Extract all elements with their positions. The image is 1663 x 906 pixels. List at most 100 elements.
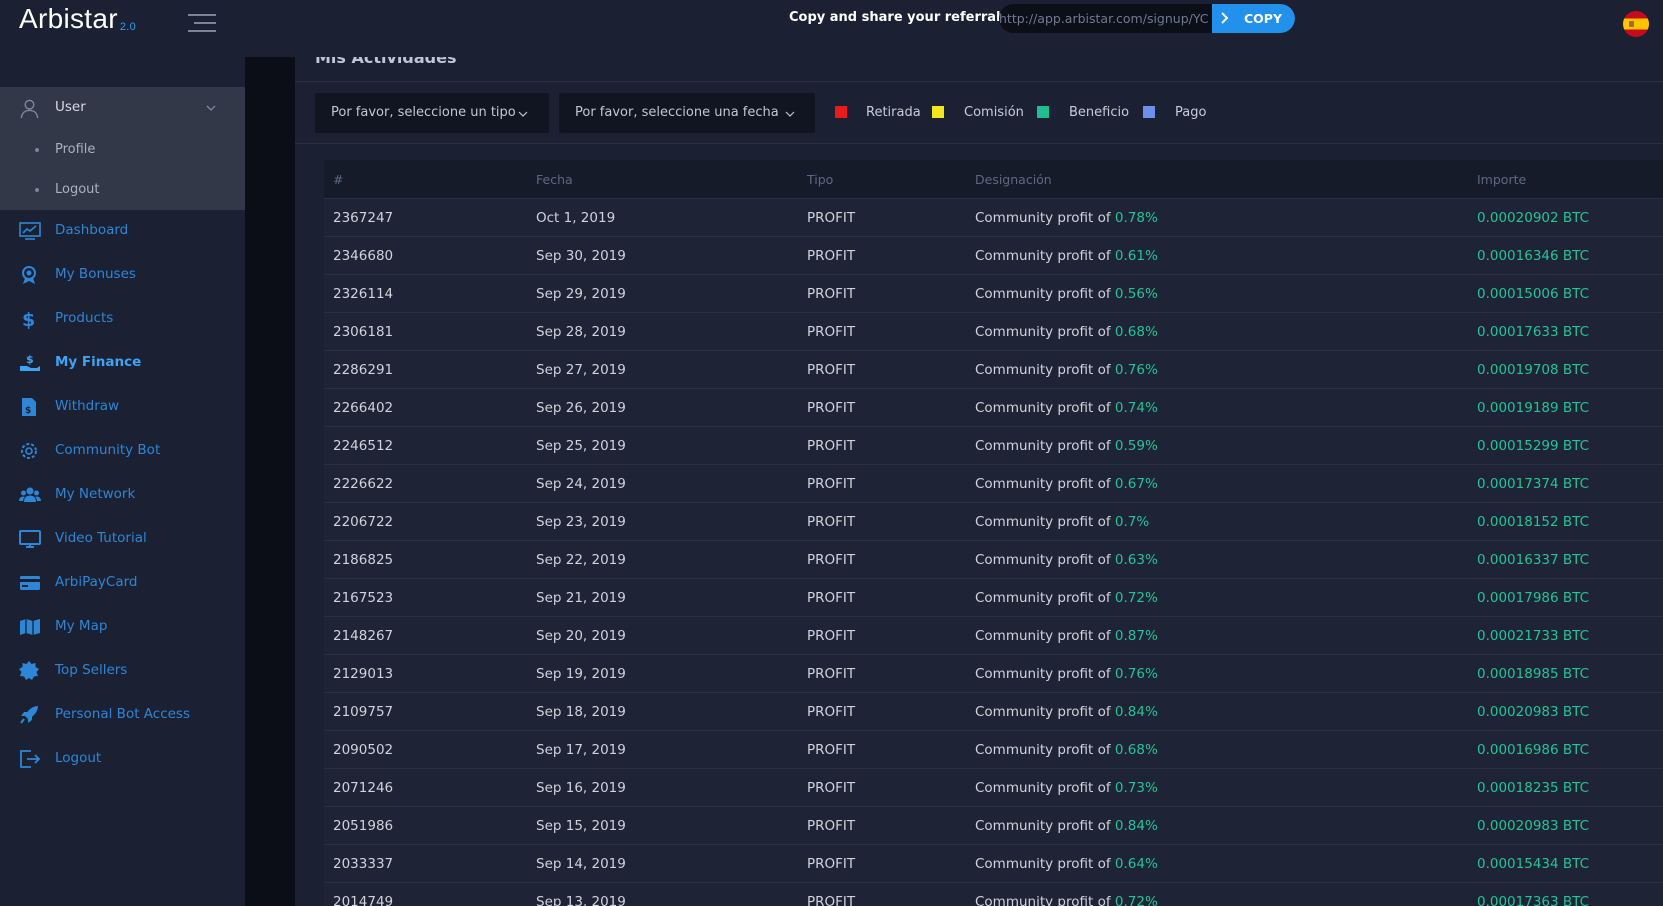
page-title: Mis Actividades xyxy=(315,57,457,67)
sidebar-item-label: Products xyxy=(55,310,114,326)
table-row[interactable]: 2109757 Sep 18, 2019 PROFIT Community pr… xyxy=(324,692,1663,730)
column-header-fecha[interactable]: Fecha xyxy=(536,172,573,187)
sidebar-item-withdraw[interactable]: $ Withdraw xyxy=(0,387,245,427)
cell-id: 2090502 xyxy=(333,742,394,758)
sidebar-item-dashboard[interactable]: Dashboard xyxy=(0,211,245,251)
profit-percent: 0.68% xyxy=(1114,324,1158,340)
sidebar-item-label: Top Sellers xyxy=(55,662,128,678)
user-menu-toggle[interactable]: User xyxy=(0,87,245,129)
designation-text: Community profit of xyxy=(975,818,1111,834)
cell-date: Sep 21, 2019 xyxy=(536,590,626,606)
cell-designation: Community profit of 0.7% xyxy=(975,514,1149,530)
column-header-designacion[interactable]: Designación xyxy=(975,172,1052,187)
cell-designation: Community profit of 0.72% xyxy=(975,590,1158,606)
referral-link-field[interactable] xyxy=(999,4,1217,33)
cell-type: PROFIT xyxy=(807,438,856,454)
sidebar-item-logout[interactable]: Logout xyxy=(0,739,245,779)
profit-percent: 0.64% xyxy=(1114,856,1158,872)
date-filter-select[interactable]: Por favor, seleccione una fecha xyxy=(559,93,815,133)
logo[interactable]: Arbistar 2.0 xyxy=(19,3,136,35)
legend-swatch-beneficio xyxy=(1037,106,1049,118)
cell-designation: Community profit of 0.64% xyxy=(975,856,1158,872)
table-row[interactable]: 2090502 Sep 17, 2019 PROFIT Community pr… xyxy=(324,730,1663,768)
profit-percent: 0.84% xyxy=(1114,704,1158,720)
profit-percent: 0.74% xyxy=(1114,400,1158,416)
top-bar: Copy and share your referral link COPY xyxy=(245,0,1663,57)
table-row[interactable]: 2186825 Sep 22, 2019 PROFIT Community pr… xyxy=(324,540,1663,578)
cell-type: PROFIT xyxy=(807,552,856,568)
table-row[interactable]: 2266402 Sep 26, 2019 PROFIT Community pr… xyxy=(324,388,1663,426)
table-row[interactable]: 2071246 Sep 16, 2019 PROFIT Community pr… xyxy=(324,768,1663,806)
sidebar-item-top-sellers[interactable]: Top Sellers xyxy=(0,651,245,691)
user-submenu-logout[interactable]: Logout xyxy=(0,171,245,209)
table-row[interactable]: 2129013 Sep 19, 2019 PROFIT Community pr… xyxy=(324,654,1663,692)
cell-date: Oct 1, 2019 xyxy=(536,210,616,226)
legend-label-comision: Comisión xyxy=(964,105,1024,120)
table-row[interactable]: 2148267 Sep 20, 2019 PROFIT Community pr… xyxy=(324,616,1663,654)
designation-text: Community profit of xyxy=(975,514,1111,530)
copy-button[interactable]: COPY xyxy=(1212,4,1295,33)
legend-label-beneficio: Beneficio xyxy=(1069,105,1130,120)
table-row[interactable]: 2167523 Sep 21, 2019 PROFIT Community pr… xyxy=(324,578,1663,616)
designation-text: Community profit of xyxy=(975,742,1111,758)
cell-id: 2051986 xyxy=(333,818,394,834)
sidebar-item-my-finance[interactable]: $ My Finance xyxy=(0,343,245,383)
sidebar-item-products[interactable]: $ Products xyxy=(0,299,245,339)
designation-text: Community profit of xyxy=(975,210,1111,226)
sidebar: Arbistar 2.0 User Profile Logout Dashboa… xyxy=(0,0,245,906)
designation-text: Community profit of xyxy=(975,552,1111,568)
user-menu-label: User xyxy=(55,99,86,115)
table-row[interactable]: 2206722 Sep 23, 2019 PROFIT Community pr… xyxy=(324,502,1663,540)
cell-amount: 0.00018152 BTC xyxy=(1477,514,1590,530)
table-row[interactable]: 2033337 Sep 14, 2019 PROFIT Community pr… xyxy=(324,844,1663,882)
sidebar-item-my-map[interactable]: My Map xyxy=(0,607,245,647)
column-header-importe[interactable]: Importe xyxy=(1477,172,1526,187)
table-row[interactable]: 2326114 Sep 29, 2019 PROFIT Community pr… xyxy=(324,274,1663,312)
type-filter-select[interactable]: Por favor, seleccione un tipo xyxy=(315,93,549,133)
spain-flag-icon[interactable] xyxy=(1623,11,1649,37)
cell-type: PROFIT xyxy=(807,628,856,644)
designation-text: Community profit of xyxy=(975,894,1111,906)
cell-id: 2306181 xyxy=(333,324,394,340)
cell-date: Sep 15, 2019 xyxy=(536,818,626,834)
user-menu: User Profile Logout xyxy=(0,87,245,210)
sidebar-item-label: Logout xyxy=(55,750,102,766)
map-icon xyxy=(20,619,40,635)
legend-swatch-pago xyxy=(1143,106,1155,118)
user-submenu-profile[interactable]: Profile xyxy=(0,131,245,169)
cell-amount: 0.00020902 BTC xyxy=(1477,210,1590,226)
table-row[interactable]: 2246512 Sep 25, 2019 PROFIT Community pr… xyxy=(324,426,1663,464)
cell-id: 2286291 xyxy=(333,362,394,378)
column-header-id[interactable]: # xyxy=(333,172,343,187)
sidebar-item-personal-bot-access[interactable]: Personal Bot Access xyxy=(0,695,245,735)
profit-percent: 0.72% xyxy=(1114,894,1158,906)
sidebar-item-video-tutorial[interactable]: Video Tutorial xyxy=(0,519,245,559)
cell-designation: Community profit of 0.72% xyxy=(975,894,1158,906)
column-header-tipo[interactable]: Tipo xyxy=(807,172,833,187)
cell-id: 2326114 xyxy=(333,286,394,302)
sidebar-item-my-network[interactable]: My Network xyxy=(0,475,245,515)
cell-designation: Community profit of 0.59% xyxy=(975,438,1158,454)
table-row[interactable]: 2306181 Sep 28, 2019 PROFIT Community pr… xyxy=(324,312,1663,350)
table-row[interactable]: 2367247 Oct 1, 2019 PROFIT Community pro… xyxy=(324,198,1663,236)
sidebar-item-my-bonuses[interactable]: My Bonuses xyxy=(0,255,245,295)
table-row[interactable]: 2226622 Sep 24, 2019 PROFIT Community pr… xyxy=(324,464,1663,502)
legend-label-pago: Pago xyxy=(1175,105,1207,120)
table-row[interactable]: 2014749 Sep 13, 2019 PROFIT Community pr… xyxy=(324,882,1663,906)
profit-percent: 0.61% xyxy=(1114,248,1158,264)
cell-type: PROFIT xyxy=(807,286,856,302)
dashboard-chart-icon xyxy=(19,222,41,240)
table-row[interactable]: 2051986 Sep 15, 2019 PROFIT Community pr… xyxy=(324,806,1663,844)
cell-id: 2206722 xyxy=(333,514,394,530)
brand-header: Arbistar 2.0 xyxy=(0,0,245,57)
cell-type: PROFIT xyxy=(807,476,856,492)
menu-toggle-icon[interactable] xyxy=(188,14,216,32)
sidebar-item-community-bot[interactable]: Community Bot xyxy=(0,431,245,471)
sidebar-item-arbipaycard[interactable]: ArbiPayCard xyxy=(0,563,245,603)
cell-date: Sep 17, 2019 xyxy=(536,742,626,758)
referral-label: Copy and share your referral link xyxy=(789,10,1032,25)
table-row[interactable]: 2286291 Sep 27, 2019 PROFIT Community pr… xyxy=(324,350,1663,388)
table-row[interactable]: 2346680 Sep 30, 2019 PROFIT Community pr… xyxy=(324,236,1663,274)
submenu-label: Logout xyxy=(55,182,100,197)
designation-text: Community profit of xyxy=(975,628,1111,644)
